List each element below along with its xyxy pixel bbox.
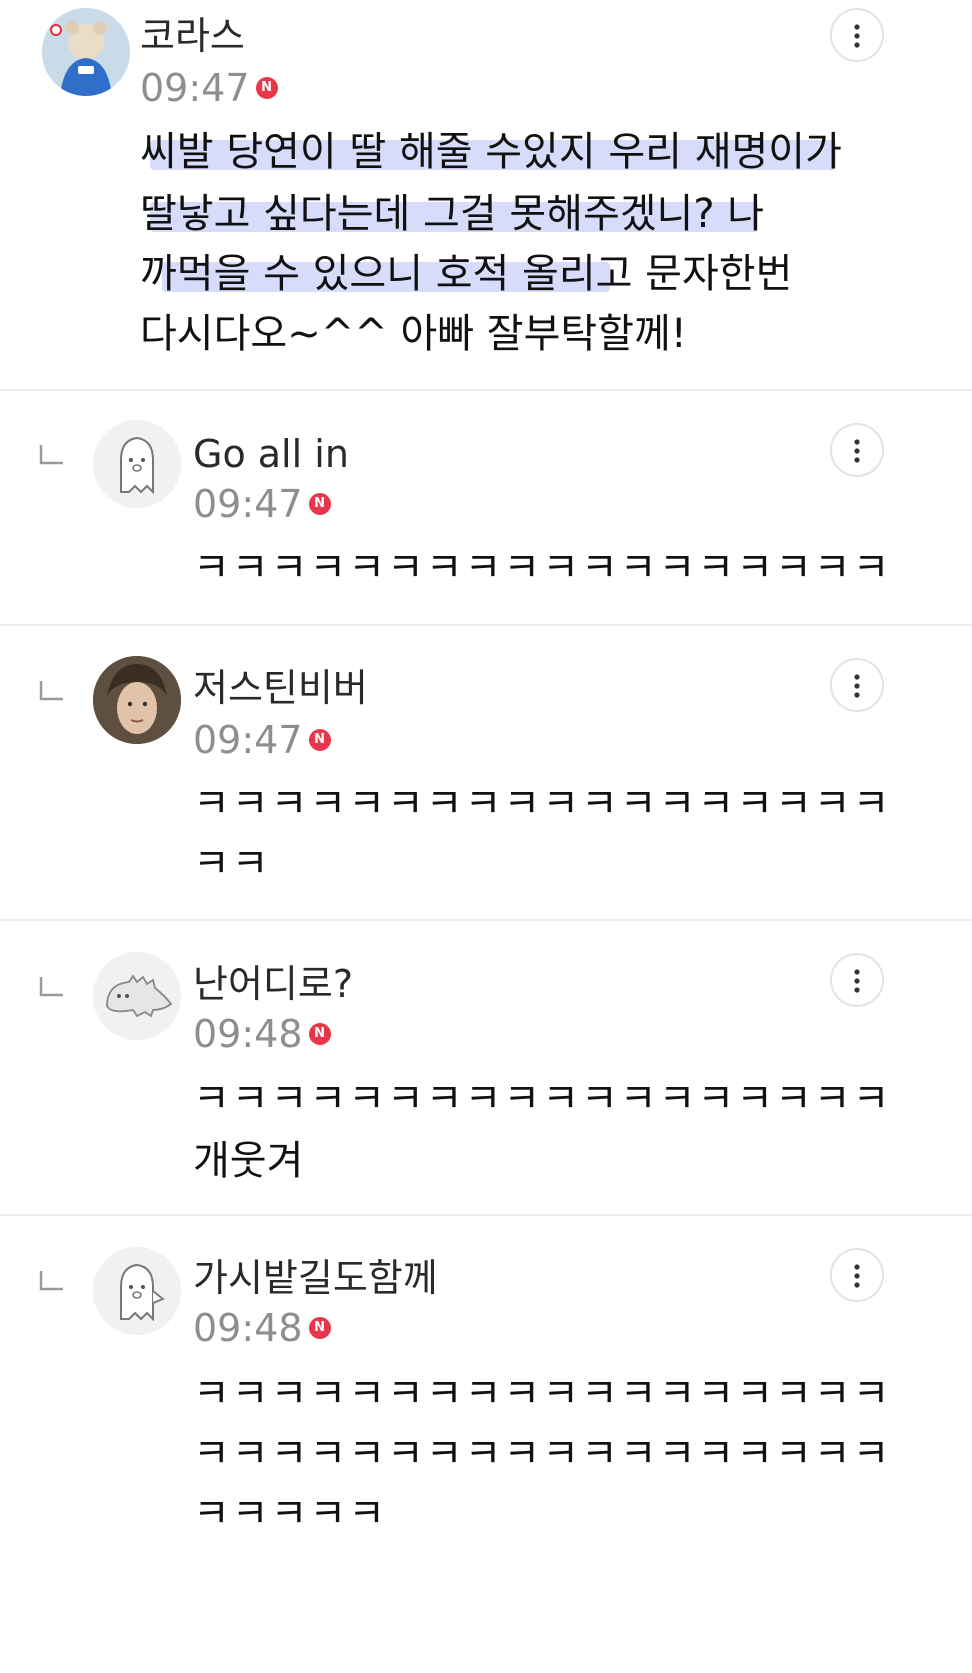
new-badge: N [308, 1023, 331, 1045]
more-vertical-icon [854, 1264, 860, 1288]
divider [0, 389, 972, 391]
comment-text-line: ㅋㅋㅋㅋㅋㅋㅋㅋㅋㅋㅋㅋㅋㅋㅋㅋㅋㅋ [193, 1371, 892, 1417]
comment-text-line: 다시다오~^^ 아빠 잘부탁할께! [140, 311, 687, 357]
comment-time: 09:47 [140, 66, 250, 110]
comment-text-line: ㅋㅋㅋㅋㅋㅋㅋㅋㅋㅋㅋㅋㅋㅋㅋㅋㅋㅋ [193, 545, 892, 591]
comment-text-line: ㅋㅋㅋㅋㅋㅋㅋㅋㅋㅋㅋㅋㅋㅋㅋㅋㅋㅋ [193, 1431, 892, 1477]
comment-meta: 09:48 N [193, 1012, 331, 1056]
comment-text-line: 씨발 당연이 딸 해줄 수있지 우리 재명이가 [140, 129, 842, 175]
comment-author[interactable]: 코라스 [140, 14, 245, 58]
more-options-button[interactable] [830, 658, 884, 712]
comment-time: 09:47 [193, 718, 303, 762]
reply-arrow-icon [38, 444, 64, 466]
comment-meta: 09:48 N [193, 1306, 331, 1350]
comment-text-line: ㅋㅋ [193, 841, 271, 887]
reply-arrow-icon [38, 1270, 64, 1292]
new-badge: N [308, 493, 331, 515]
comment-author[interactable]: Go all in [193, 432, 349, 476]
comment-text-line: ㅋㅋㅋㅋㅋㅋㅋㅋㅋㅋㅋㅋㅋㅋㅋㅋㅋㅋ [193, 781, 892, 827]
new-badge: N [308, 1317, 331, 1339]
more-vertical-icon [854, 24, 860, 48]
comment-meta: 09:47 N [193, 482, 331, 526]
comment-text-line: ㅋㅋㅋㅋㅋ [193, 1491, 387, 1537]
comment-text-line: 개웃겨 [193, 1138, 304, 1184]
comment-time: 09:48 [193, 1012, 303, 1056]
comment-time: 09:48 [193, 1306, 303, 1350]
ghost-avatar-icon[interactable] [93, 420, 181, 508]
new-badge: N [308, 729, 331, 751]
ghost-avatar-icon[interactable] [93, 1247, 181, 1335]
reply-arrow-icon [38, 680, 64, 702]
comment-author[interactable]: 저스틴비버 [193, 666, 368, 710]
comment-author[interactable]: 난어디로? [193, 962, 353, 1006]
comment-text-line: ㅋㅋㅋㅋㅋㅋㅋㅋㅋㅋㅋㅋㅋㅋㅋㅋㅋㅋ [193, 1076, 892, 1122]
more-options-button[interactable] [830, 1248, 884, 1302]
comment-meta: 09:47 N [140, 66, 278, 110]
divider [0, 919, 972, 921]
more-vertical-icon [854, 969, 860, 993]
comment-author[interactable]: 가시밭길도함께 [193, 1256, 438, 1300]
comment-time: 09:47 [193, 482, 303, 526]
reply-arrow-icon [38, 976, 64, 998]
more-options-button[interactable] [830, 8, 884, 62]
mascot-avatar-icon[interactable] [42, 8, 130, 96]
more-vertical-icon [854, 674, 860, 698]
divider [0, 1214, 972, 1216]
more-options-button[interactable] [830, 953, 884, 1007]
comment-meta: 09:47 N [193, 718, 331, 762]
comment-text-line: 딸낳고 싶다는데 그걸 못해주겠니? 나 [140, 191, 765, 237]
more-vertical-icon [854, 439, 860, 463]
comment-text-line: 까먹을 수 있으니 호적 올리고 문자한번 [140, 251, 793, 297]
dino-avatar-icon[interactable] [93, 952, 181, 1040]
photo-avatar-icon[interactable] [93, 656, 181, 744]
more-options-button[interactable] [830, 423, 884, 477]
divider [0, 624, 972, 626]
new-badge: N [255, 77, 278, 99]
